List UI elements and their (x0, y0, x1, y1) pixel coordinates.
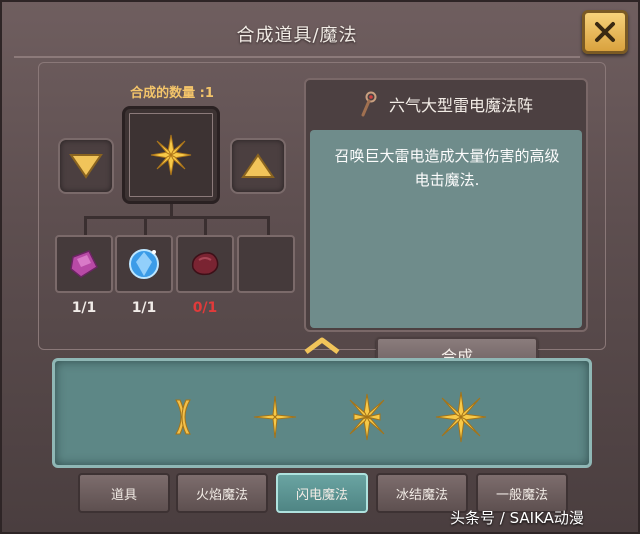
crafting-window: 合成道具/魔法 合成的数量 :1 1/1 1/1 0/1 六气大型雷电魔法阵 召… (0, 0, 640, 534)
connector-line (84, 216, 270, 219)
connector-line (84, 216, 87, 236)
decrease-quantity-button[interactable] (58, 138, 114, 194)
material-count-2: 1/1 (131, 300, 157, 316)
staff-icon (361, 91, 377, 117)
material-count-1: 1/1 (71, 300, 97, 316)
material-slot-3[interactable] (176, 235, 234, 293)
material-count-3: 0/1 (192, 300, 218, 316)
spell-list-panel (52, 358, 592, 468)
lightning-spell-4-icon (435, 391, 487, 443)
close-button[interactable] (582, 10, 628, 54)
material-slot-1[interactable] (55, 235, 113, 293)
item-description-line: 电击魔法. (414, 171, 480, 189)
lightning-spell-3-icon (349, 393, 385, 441)
spell-slot-1[interactable] (155, 389, 211, 445)
spell-slot-3[interactable] (339, 389, 395, 445)
item-description-box: 召唤巨大雷电造成大量伤害的高级 电击魔法. 合成 (310, 130, 582, 373)
red-ore-icon (191, 252, 219, 276)
title-bar: 合成道具/魔法 (14, 12, 580, 58)
lightning-star-icon (150, 134, 192, 176)
tab-fire-magic[interactable]: 火焰魔法 (176, 473, 268, 513)
connector-line (204, 216, 207, 236)
quantity-label: 合成的数量 :1 (130, 86, 214, 101)
item-header: 六气大型雷电魔法阵 (306, 80, 586, 128)
lightning-spell-1-icon (175, 399, 191, 435)
item-description: 召唤巨大雷电造成大量伤害的高级 电击魔法. (322, 144, 572, 192)
spell-slot-4[interactable] (433, 389, 489, 445)
connector-line (144, 216, 147, 236)
material-slot-2[interactable] (115, 235, 173, 293)
increase-quantity-button[interactable] (230, 138, 286, 194)
tab-lightning-magic[interactable]: 闪电魔法 (276, 473, 368, 513)
chevron-up-icon[interactable] (302, 336, 342, 356)
lightning-spell-2-icon (253, 395, 297, 439)
triangle-down-icon (69, 154, 103, 179)
window-title: 合成道具/魔法 (236, 25, 358, 46)
material-slot-4[interactable] (237, 235, 295, 293)
item-name: 六气大型雷电魔法阵 (388, 96, 533, 115)
spell-slot-2[interactable] (247, 389, 303, 445)
connector-line (267, 216, 270, 236)
watermark: 头条号 / SAIKA动漫 (450, 509, 584, 527)
tab-items[interactable]: 道具 (78, 473, 170, 513)
product-slot (122, 106, 220, 204)
blue-gem-icon (129, 249, 159, 279)
close-icon (595, 22, 615, 42)
purple-crystal-icon (70, 250, 98, 278)
triangle-up-icon (241, 153, 275, 178)
item-description-line: 召唤巨大雷电造成大量伤害的高级 (334, 147, 560, 165)
item-detail-panel: 六气大型雷电魔法阵 召唤巨大雷电造成大量伤害的高级 电击魔法. 合成 (304, 78, 588, 373)
